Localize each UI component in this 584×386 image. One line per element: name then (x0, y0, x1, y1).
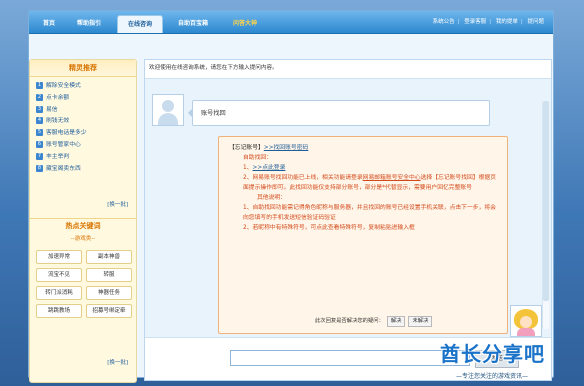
num-badge: 4 (36, 117, 43, 125)
avatar-dress (517, 328, 535, 336)
refresh-recommend-link[interactable]: [换一批] (107, 200, 128, 208)
keyword-button[interactable]: 加速异常 (36, 250, 82, 264)
link-announcement[interactable]: 系统公告 (433, 19, 455, 25)
keyword-button[interactable]: 转门派消耗 (36, 286, 82, 300)
item-label: 解除安全模式 (46, 83, 81, 89)
keyword-button[interactable]: 招募号绑定牵 (86, 304, 132, 318)
watermark-title: 酋长分享吧 (440, 342, 545, 366)
user-message: 账号找回 (188, 100, 490, 126)
solved-button[interactable]: 解决 (386, 316, 406, 327)
tab-self-service[interactable]: 自助百宝箱 (169, 15, 217, 32)
link-login[interactable]: 登录客服 (464, 19, 486, 25)
sidebar: 精灵推荐 1 解除安全模式 2 点卡余额 3 易信 4 刷钱无效 5 客服电话是多少 6账… (29, 59, 137, 383)
feedback-row: 此次回复是否解决您的疑问： 解决 未解决 (315, 316, 433, 327)
feedback-question: 此次回复是否解决您的疑问： (315, 318, 384, 324)
recover-account-link[interactable]: >>找回账号密码 (264, 145, 309, 151)
chat-history: 账号找回 【忘记账号】>>找回账号密码 自助找回： 1、>>点此登录 2、网易账… (145, 78, 551, 338)
list-item[interactable]: 3 易信 (36, 105, 136, 117)
keyword-button[interactable]: 转服 (86, 268, 132, 282)
bot-avatar (510, 305, 542, 337)
item-label: 藏宝阁卖东西 (46, 165, 81, 172)
reply-section: 自助找回： (243, 155, 272, 161)
reply-text: 2、网易账号找回功能已上线，相关功能请登录 (243, 175, 363, 181)
item-label: 丰主举判 (46, 153, 70, 160)
reply-section: 其他说明： (257, 195, 286, 201)
user-avatar (152, 94, 184, 126)
item-label: 点卡余额 (46, 94, 70, 101)
list-item[interactable]: 8 藏宝阁卖东西 (36, 164, 136, 176)
keyword-button[interactable]: 流宝不见 (36, 268, 82, 282)
avatar-body (158, 113, 178, 125)
reply-text: 1、自助找回功能需记得角色昵称与服务器，并且找回的账号已经设置手机关联，点击下一… (243, 205, 496, 221)
item-label: 账号管家中心 (46, 141, 81, 148)
keyword-button[interactable]: 副本神兽 (86, 250, 132, 264)
list-item[interactable]: 4 刷钱无效 (36, 116, 136, 128)
list-item[interactable]: 6 账号管家中心 (36, 140, 136, 152)
keyword-button[interactable]: 跳跳教场 (36, 304, 82, 318)
message-input[interactable] (230, 350, 470, 366)
link-my-tickets[interactable]: 我的提单 (496, 19, 518, 25)
chat-scrollbar[interactable] (542, 101, 549, 329)
num-badge: 6 (36, 140, 43, 148)
hot-keywords-category: --游戏类-- (70, 236, 96, 242)
keyword-button[interactable]: 神器任务 (86, 286, 132, 300)
top-nav: 首页 帮助指引 在线咨询 自助百宝箱 问答大神 系统公告 | 登录客服 | 我的提单… (29, 11, 553, 34)
bot-reply: 【忘记账号】>>找回账号密码 自助找回： 1、>>点此登录 2、网易账号找回功能… (218, 136, 508, 334)
list-item[interactable]: 5 客服电话是多少 (36, 128, 136, 140)
tab-home[interactable]: 首页 (37, 15, 61, 32)
avatar-face (520, 316, 532, 328)
sidebar-title: 精灵推荐 (30, 60, 136, 77)
item-label: 易信 (46, 106, 58, 113)
unsolved-button[interactable]: 未解决 (408, 316, 433, 327)
tab-qa-master[interactable]: 问答大神 (225, 15, 265, 32)
refresh-keywords-link[interactable]: [换一批] (107, 358, 128, 366)
watermark-subtitle: —专注您关注的游戏资讯— (456, 373, 529, 380)
chat-panel: 欢迎使用在线咨询系统，请您在下方输入提问内容。 账号找回 【忘记账号】>>找回账… (144, 59, 552, 381)
nav-right-links: 系统公告 | 登录客服 | 我的提单 | 提问题 (432, 19, 544, 25)
service-window: 首页 帮助指引 在线咨询 自助百宝箱 问答大神 系统公告 | 登录客服 | 我的提单… (28, 10, 554, 383)
list-item[interactable]: 1 解除安全模式 (36, 81, 136, 93)
list-item[interactable]: 7 丰主举判 (36, 152, 136, 164)
num-badge: 1 (36, 82, 43, 89)
welcome-text: 欢迎使用在线咨询系统，请您在下方输入提问内容。 (149, 65, 278, 71)
item-label: 客服电话是多少 (46, 130, 87, 137)
list-item[interactable]: 2 点卡余额 (36, 93, 136, 105)
hot-keywords-title: 热点关键词 (30, 218, 136, 233)
security-center-link[interactable]: 网易邮箱账号安全中心 (363, 175, 421, 181)
avatar-head (162, 100, 174, 112)
recommend-list: 1 解除安全模式 2 点卡余额 3 易信 4 刷钱无效 5 客服电话是多少 6 账号管家中心… (30, 77, 136, 175)
reply-heading: 【忘记账号】 (229, 145, 264, 151)
num-badge: 2 (36, 93, 43, 101)
num-badge: 7 (36, 152, 43, 160)
scrollbar-thumb[interactable] (543, 101, 549, 301)
num-badge: 5 (36, 129, 43, 137)
link-ask-question[interactable]: 提问题 (527, 19, 544, 25)
tab-online-consult[interactable]: 在线咨询 (117, 15, 163, 33)
login-link[interactable]: >>点此登录 (253, 165, 286, 171)
item-label: 刷钱无效 (46, 118, 70, 125)
step-number: 1、 (243, 165, 253, 171)
reply-text: 2、若昵称中有特殊符号，可点此查看特殊符号，复制粘贴进输入框 (243, 225, 415, 231)
num-badge: 3 (36, 105, 43, 113)
tab-help[interactable]: 帮助指引 (69, 15, 109, 32)
num-badge: 8 (36, 164, 43, 172)
